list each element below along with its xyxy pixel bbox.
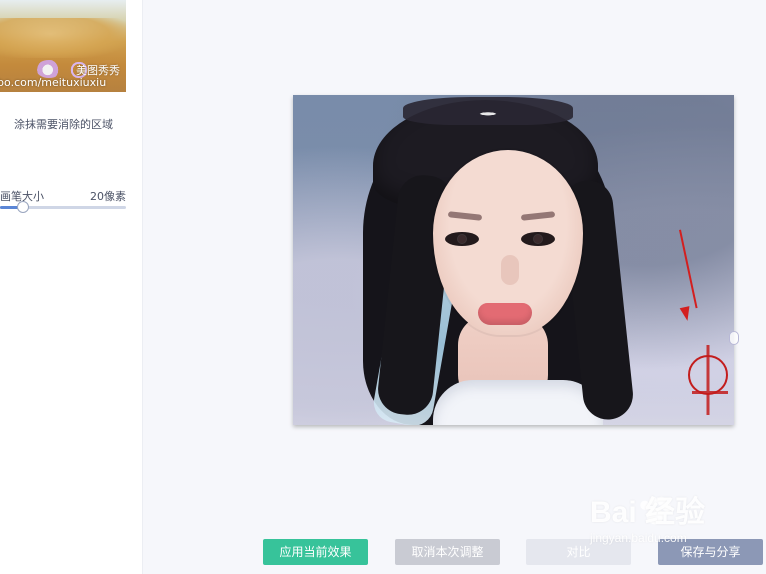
apply-effect-button[interactable]: 应用当前效果	[263, 539, 368, 565]
cancel-adjustment-button[interactable]: 取消本次调整	[395, 539, 500, 565]
photo-eye-left	[445, 232, 479, 246]
brush-size-slider[interactable]	[0, 201, 126, 213]
brush-hint: 涂抹需要消除的区域	[14, 118, 113, 131]
red-seal-stamp	[688, 345, 730, 415]
baidu-paw-icon	[638, 495, 672, 529]
canvas-edge-handle[interactable]	[729, 331, 739, 345]
photo-collar	[433, 380, 603, 425]
thumbnail-image[interactable]: 美图秀秀 ibo.com/meituxiuxiu	[0, 0, 126, 92]
save-and-share-button[interactable]: 保存与分享	[658, 539, 763, 565]
watermark-brand: Bai 经验	[590, 496, 706, 529]
photo-canvas[interactable]	[293, 95, 734, 425]
compare-button[interactable]: 对比	[526, 539, 631, 565]
photo-nose	[501, 255, 519, 285]
thumbnail-dunes	[0, 18, 126, 58]
left-panel: 美图秀秀 ibo.com/meituxiuxiu 涂抹需要消除的区域 画笔大小 …	[0, 0, 143, 574]
brush-size-slider-handle[interactable]	[16, 201, 29, 213]
photo-lips	[478, 303, 532, 325]
photo-hair-ornament	[403, 97, 573, 125]
photo-eye-right	[521, 232, 555, 246]
brush-size-value: 20像素	[90, 190, 126, 203]
thumbnail-url: ibo.com/meituxiuxiu	[0, 76, 107, 89]
seal-strokes	[692, 345, 728, 415]
brush-size-row: 画笔大小 20像素	[0, 188, 126, 203]
